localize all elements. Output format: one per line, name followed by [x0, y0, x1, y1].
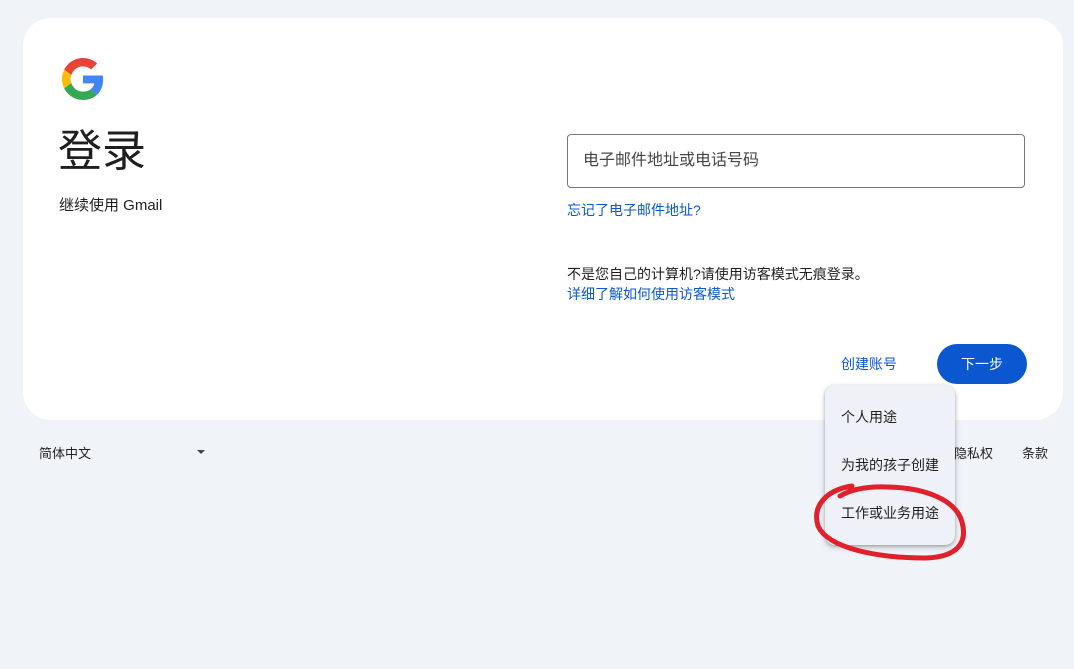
language-selector[interactable]: 简体中文 — [39, 443, 209, 461]
menu-item-work-or-business[interactable]: 工作或业务用途 — [841, 503, 939, 523]
email-field-container — [567, 134, 1025, 188]
page-title: 登录 — [58, 127, 146, 176]
privacy-link[interactable]: 隐私权 — [954, 443, 993, 462]
email-input[interactable] — [568, 135, 1024, 187]
create-account-button[interactable]: 创建账号 — [829, 344, 909, 384]
next-button[interactable]: 下一步 — [937, 344, 1027, 384]
menu-item-personal-use[interactable]: 个人用途 — [841, 407, 897, 427]
forgot-email-link[interactable]: 忘记了电子邮件地址? — [567, 200, 701, 220]
guest-mode-note: 不是您自己的计算机?请使用访客模式无痕登录。 — [567, 266, 869, 282]
create-account-menu: 个人用途 为我的孩子创建 工作或业务用途 — [825, 385, 955, 545]
guest-mode-learn-more-link[interactable]: 详细了解如何使用访客模式 — [567, 284, 735, 304]
page-subtitle: 继续使用 Gmail — [59, 197, 163, 214]
signin-card: 登录 继续使用 Gmail 忘记了电子邮件地址? 不是您自己的计算机?请使用访客… — [23, 18, 1063, 420]
terms-link[interactable]: 条款 — [1022, 443, 1048, 462]
language-selector-label: 简体中文 — [39, 446, 92, 461]
caret-down-icon — [197, 450, 205, 454]
menu-item-for-my-child[interactable]: 为我的孩子创建 — [841, 455, 939, 475]
google-logo-icon — [62, 58, 104, 100]
